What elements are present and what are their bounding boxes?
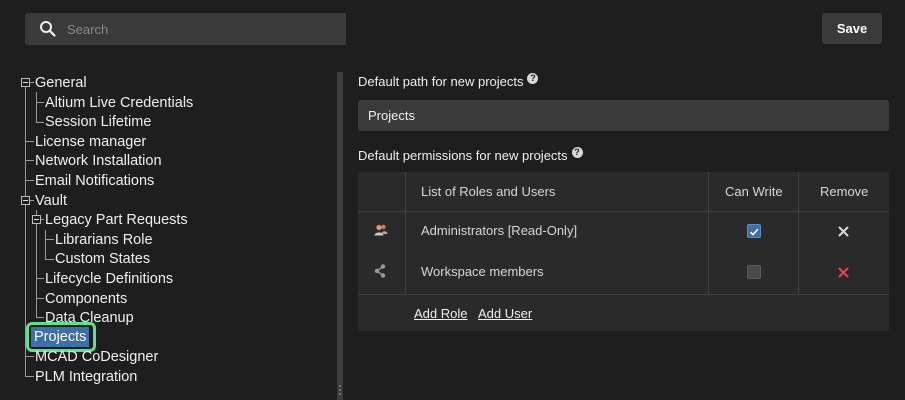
splitter-grip[interactable] [339,385,341,387]
tree-item-mcad-codesigner[interactable]: MCAD CoDesigner [35,347,158,367]
user-group-icon [374,223,388,241]
tree-item-legacy-part-requests[interactable]: Legacy Part Requests [45,210,188,230]
help-icon[interactable]: ? [527,73,539,84]
tree-item-email-notifications[interactable]: Email Notifications [35,171,154,191]
permissions-label: Default permissions for new projects ? [358,147,583,163]
share-icon [374,264,386,283]
tree-item-session-lifetime[interactable]: Session Lifetime [45,112,151,132]
tree-item-vault[interactable]: Vault [35,191,67,211]
tree-item-components[interactable]: Components [45,289,127,309]
tree-item-lifecycle-definitions[interactable]: Lifecycle Definitions [45,269,173,289]
column-header-roles: List of Roles and Users [421,184,556,199]
role-name: Workspace members [421,264,544,279]
search-input[interactable] [67,21,327,37]
permissions-table: List of Roles and Users Can Write Remove… [358,172,889,331]
tree-item-custom-states[interactable]: Custom States [55,249,150,269]
collapse-legacy-part-requests-icon[interactable] [32,215,41,224]
remove-icon[interactable] [838,224,849,242]
add-user-link[interactable]: Add User [478,306,532,321]
collapse-vault-icon[interactable] [21,196,30,205]
tree-item-librarians-role[interactable]: Librarians Role [55,230,153,250]
tree-item-network-installation[interactable]: Network Installation [35,151,162,171]
can-write-checkbox[interactable] [747,224,761,238]
tree-scrollbar[interactable] [337,72,343,400]
tree-item-projects[interactable]: Projects [31,327,90,347]
search-box[interactable] [25,13,346,45]
default-path-field[interactable] [358,100,889,131]
collapse-general-icon[interactable] [21,78,30,87]
remove-icon[interactable] [838,265,849,283]
add-role-link[interactable]: Add Role [414,306,467,321]
tree-item-plm-integration[interactable]: PLM Integration [35,367,137,387]
tree-item-altium-live-credentials[interactable]: Altium Live Credentials [45,93,193,113]
column-header-can-write: Can Write [725,184,783,199]
save-button[interactable]: Save [822,13,882,44]
column-header-remove: Remove [820,184,869,199]
help-icon[interactable]: ? [571,147,583,158]
search-icon [39,20,57,38]
role-name: Administrators [Read-Only] [421,223,578,238]
default-path-label: Default path for new projects ? [358,73,539,89]
tree-item-license-manager[interactable]: License manager [35,132,146,152]
tree-item-general[interactable]: General [35,73,87,93]
can-write-checkbox[interactable] [747,265,761,279]
